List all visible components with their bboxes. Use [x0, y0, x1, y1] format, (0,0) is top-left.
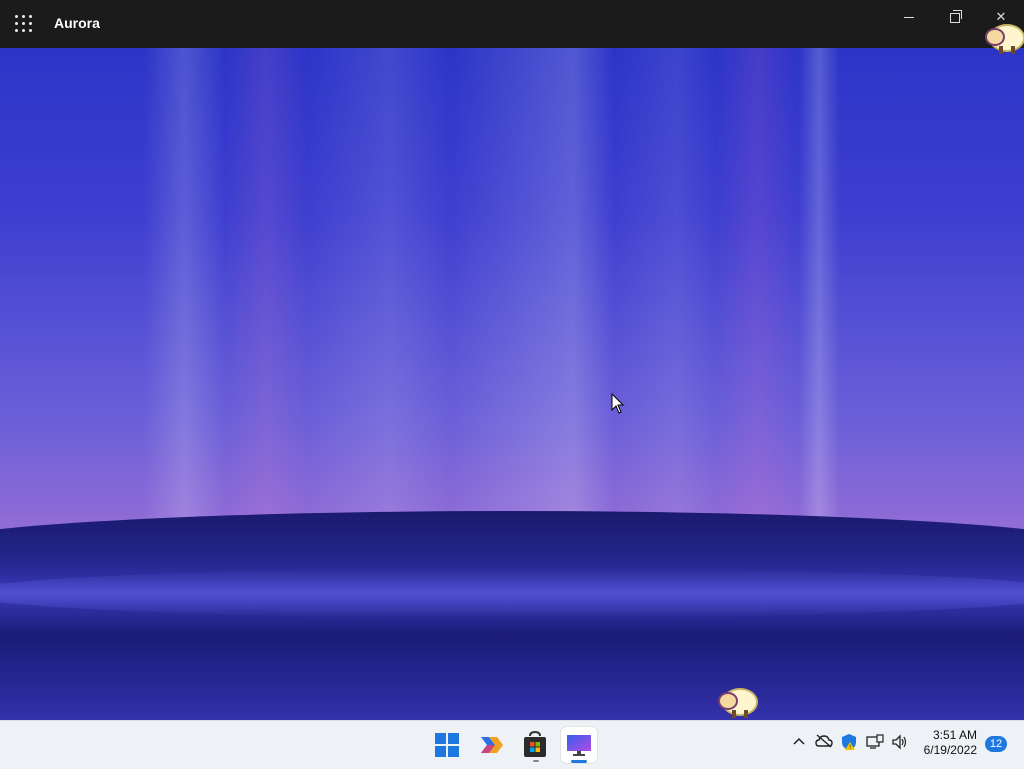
- app-launcher-icon[interactable]: [15, 15, 33, 33]
- network-icon[interactable]: [866, 734, 884, 753]
- clock-time: 3:51 AM: [932, 728, 977, 742]
- wallpaper-ground-band: [0, 568, 1024, 618]
- sheep-pet-icon[interactable]: [718, 682, 758, 718]
- restore-button[interactable]: [941, 6, 969, 28]
- store-running-indicator: [533, 760, 539, 762]
- security-warning-icon[interactable]: !: [840, 733, 858, 754]
- window-title: Aurora: [54, 15, 100, 31]
- start-button[interactable]: [431, 729, 463, 761]
- notification-badge[interactable]: 12: [985, 736, 1007, 752]
- onedrive-icon[interactable]: [815, 734, 833, 751]
- sheep-pet-icon[interactable]: [985, 18, 1024, 54]
- show-hidden-icons-icon[interactable]: [792, 734, 806, 751]
- copilot-icon[interactable]: [475, 729, 507, 761]
- aurora-app-icon[interactable]: [561, 727, 597, 763]
- microsoft-store-icon[interactable]: [519, 729, 551, 761]
- aurora-active-indicator: [571, 760, 587, 763]
- clock[interactable]: 3:51 AM 6/19/2022: [915, 728, 977, 758]
- title-bar: Aurora ✕: [0, 0, 1024, 48]
- volume-icon[interactable]: [891, 734, 909, 753]
- desktop-wallpaper[interactable]: [0, 48, 1024, 720]
- clock-date: 6/19/2022: [923, 743, 977, 757]
- minimize-button[interactable]: [895, 6, 923, 28]
